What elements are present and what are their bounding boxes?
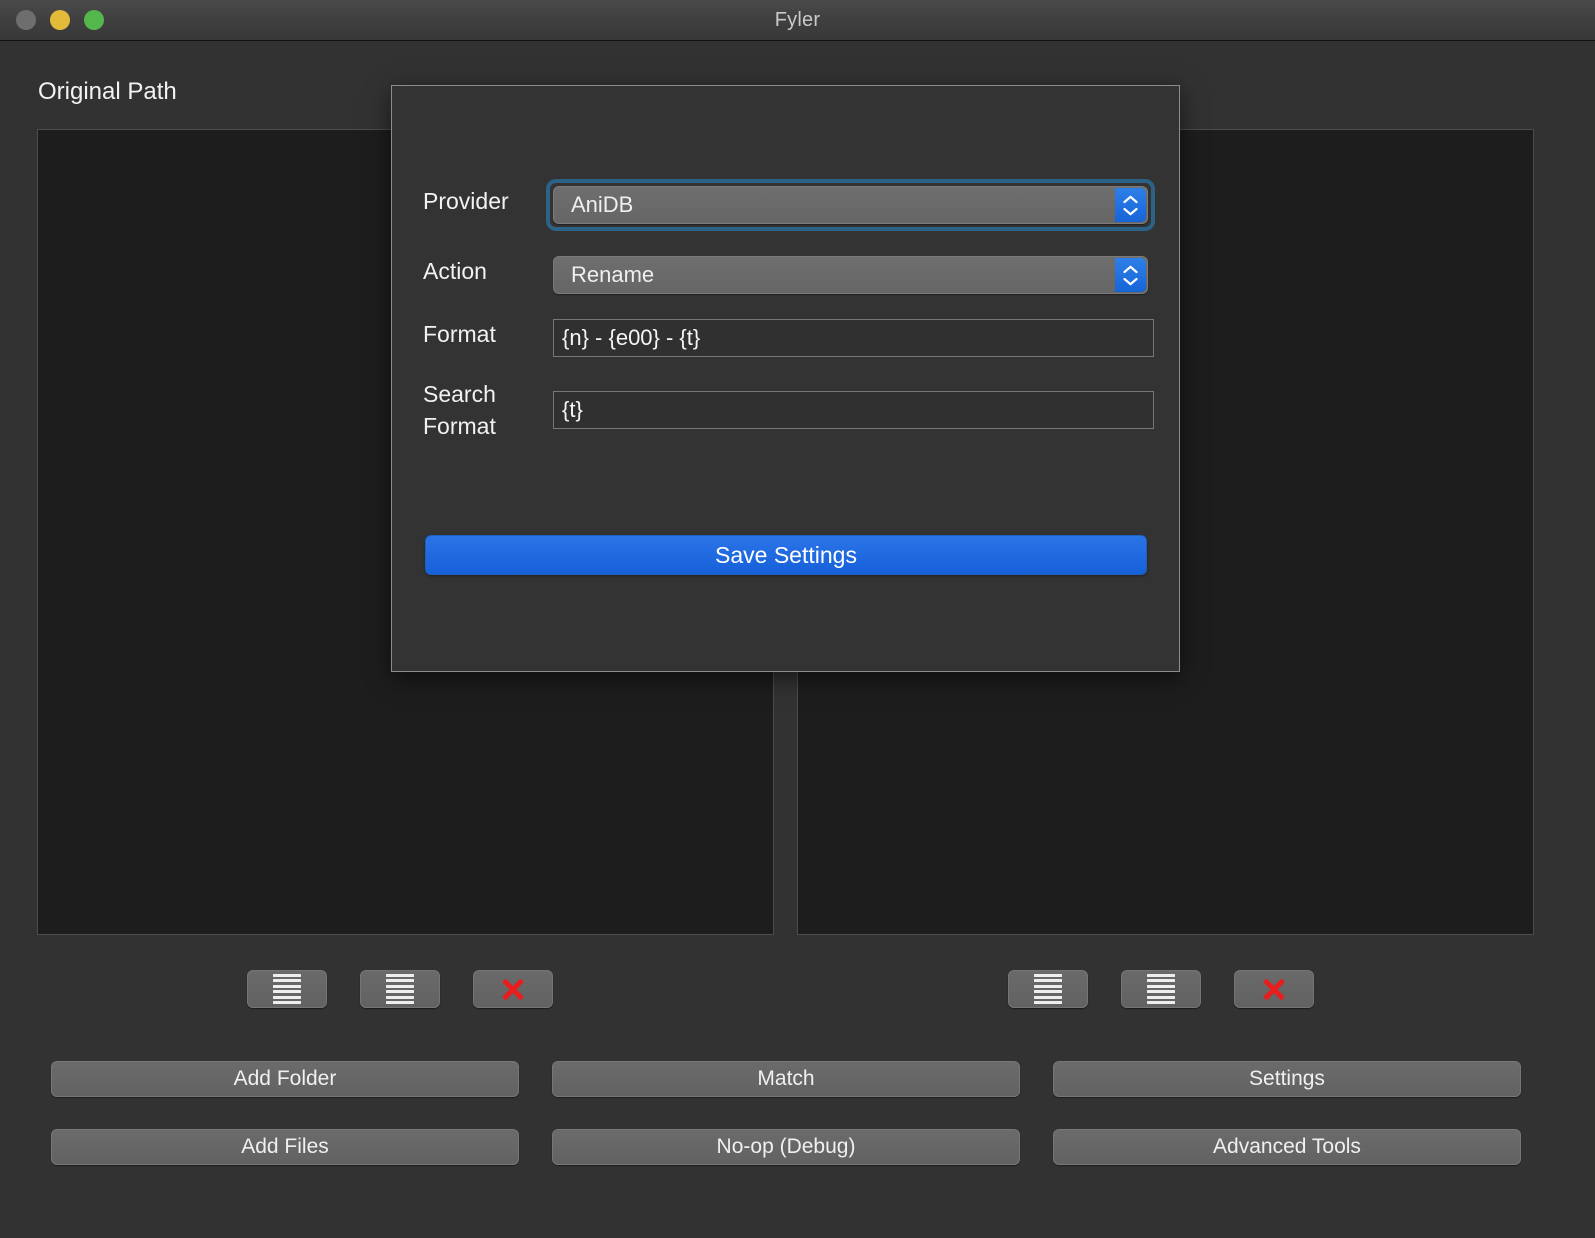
format-input[interactable]: {n} - {e00} - {t} [553, 319, 1154, 357]
search-format-input[interactable]: {t} [553, 391, 1154, 429]
remove-right-button[interactable] [1234, 970, 1314, 1008]
chevron-down-icon [1123, 207, 1138, 216]
action-select[interactable]: Rename [553, 256, 1148, 294]
close-button[interactable] [16, 10, 36, 30]
minimize-button[interactable] [50, 10, 70, 30]
select-all-right-button[interactable] [1008, 970, 1088, 1008]
format-label: Format [423, 321, 496, 347]
search-format-label-line2: Format [423, 413, 496, 439]
settings-button[interactable]: Settings [1053, 1061, 1521, 1097]
window-title: Fyler [774, 8, 821, 31]
provider-label: Provider [423, 188, 509, 214]
select-all-left-button[interactable] [247, 970, 327, 1008]
chevron-up-icon [1123, 195, 1138, 204]
provider-value: AniDB [571, 192, 634, 217]
remove-left-button[interactable] [473, 970, 553, 1008]
save-settings-button[interactable]: Save Settings [425, 535, 1147, 575]
title-bar: Fyler [0, 0, 1595, 41]
right-icon-button-row [1008, 970, 1314, 1008]
chevron-down-icon [1123, 277, 1138, 286]
red-x-icon [500, 976, 526, 1002]
list-lines-icon [1034, 974, 1062, 1004]
no-op-debug-button[interactable]: No-op (Debug) [552, 1129, 1020, 1165]
match-button[interactable]: Match [552, 1061, 1020, 1097]
zoom-button[interactable] [84, 10, 104, 30]
action-label: Action [423, 258, 487, 284]
action-button-grid: Add Folder Match Settings Add Files No-o… [51, 1061, 1521, 1165]
advanced-tools-button[interactable]: Advanced Tools [1053, 1129, 1521, 1165]
list-lines-icon [273, 974, 301, 1004]
list-lines-icon [1147, 974, 1175, 1004]
action-row: Action Rename [423, 256, 1148, 294]
search-format-row: Search Format {t} [423, 378, 1154, 442]
provider-select[interactable]: AniDB [553, 186, 1148, 224]
left-pane-header: Original Path [38, 78, 177, 105]
add-folder-button[interactable]: Add Folder [51, 1061, 519, 1097]
settings-dialog: Provider AniDB Action Rename Format {n} … [391, 85, 1180, 672]
action-value: Rename [571, 262, 655, 287]
search-format-label: Search Format [423, 378, 553, 442]
red-x-icon [1261, 976, 1287, 1002]
deselect-all-right-button[interactable] [1121, 970, 1201, 1008]
search-format-value: {t} [562, 397, 583, 422]
main-content: Original Path Add Folder Match Settings … [0, 41, 1595, 1238]
provider-stepper[interactable] [1115, 188, 1146, 222]
chevron-up-icon [1123, 265, 1138, 274]
search-format-label-line1: Search [423, 381, 496, 407]
deselect-all-left-button[interactable] [360, 970, 440, 1008]
add-files-button[interactable]: Add Files [51, 1129, 519, 1165]
traffic-light-group [16, 10, 104, 30]
list-lines-icon [386, 974, 414, 1004]
format-row: Format {n} - {e00} - {t} [423, 319, 1154, 357]
provider-row: Provider AniDB [423, 179, 1155, 231]
format-value: {n} - {e00} - {t} [562, 325, 701, 350]
app-window: Fyler Original Path Add Folder Match Set… [0, 0, 1595, 1238]
left-icon-button-row [247, 970, 553, 1008]
action-stepper[interactable] [1115, 258, 1146, 292]
